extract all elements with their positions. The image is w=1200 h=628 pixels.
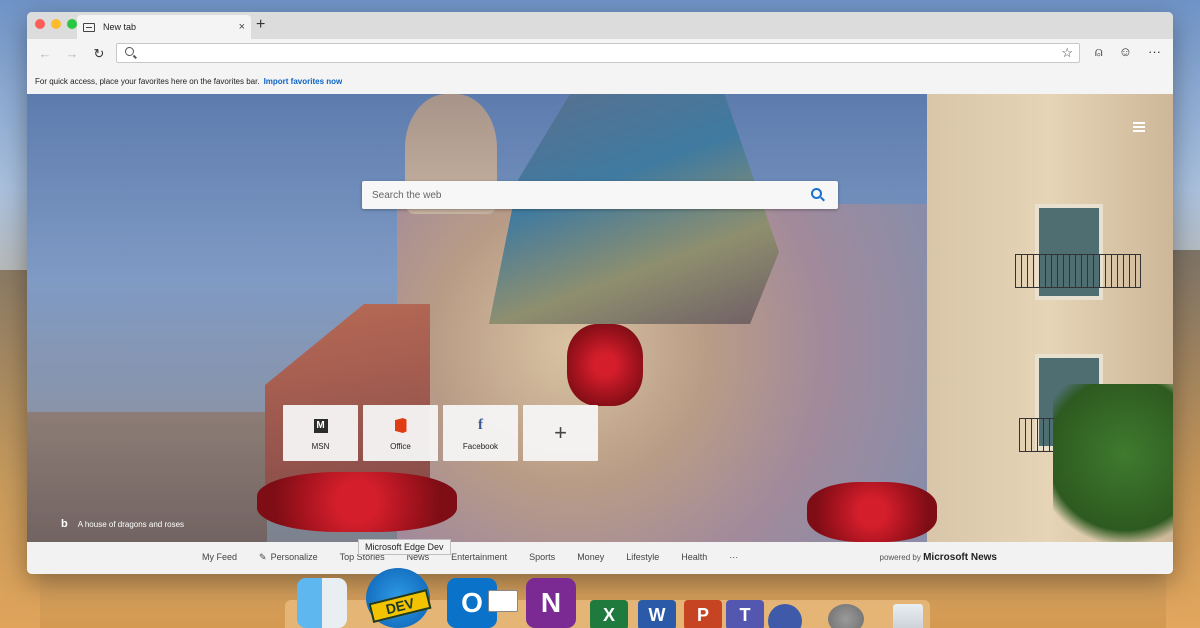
add-top-site-button[interactable]: + xyxy=(523,405,598,461)
news-more-icon[interactable]: ··· xyxy=(729,552,738,563)
browser-window: New tab × + ← → ↻ ☆ ⍝ ☺ ··· For quick ac… xyxy=(27,12,1173,574)
search-icon[interactable] xyxy=(811,188,822,199)
teams-icon[interactable]: T xyxy=(726,600,764,628)
background-balcony xyxy=(1015,254,1141,288)
system-preferences-icon[interactable] xyxy=(828,604,864,628)
top-site-label: Office xyxy=(390,441,411,451)
profile-icon[interactable]: ⍝ xyxy=(1095,44,1103,60)
more-menu-icon[interactable]: ··· xyxy=(1148,44,1161,60)
top-site-facebook[interactable]: f Facebook xyxy=(443,405,518,461)
feedback-smiley-icon[interactable]: ☺ xyxy=(1119,44,1132,60)
bing-icon: b xyxy=(61,518,68,530)
tab-page-icon xyxy=(83,22,95,32)
window-maximize-button[interactable] xyxy=(67,19,77,29)
web-search-box[interactable]: Search the web xyxy=(362,181,838,209)
news-tab-health[interactable]: Health xyxy=(681,552,707,563)
import-favorites-link[interactable]: Import favorites now xyxy=(264,77,343,86)
tab-bar: New tab × + xyxy=(27,12,1173,39)
new-tab-page: Search the web M MSN Office f Facebook +… xyxy=(27,94,1173,555)
tab-new-tab[interactable]: New tab × xyxy=(77,15,251,39)
toolbar-right-actions: ⍝ ☺ ··· xyxy=(1095,44,1161,60)
window-controls xyxy=(35,19,77,29)
powered-by-microsoft-news: powered by Microsoft News xyxy=(880,552,998,563)
background-tree xyxy=(1053,384,1173,555)
new-tab-button[interactable]: + xyxy=(256,16,265,34)
back-icon[interactable]: ← xyxy=(35,46,55,61)
tab-close-icon[interactable]: × xyxy=(239,21,245,33)
powered-by-prefix: powered by xyxy=(879,553,921,562)
plus-icon: + xyxy=(554,420,567,445)
news-tab-lifestyle[interactable]: Lifestyle xyxy=(626,552,659,563)
refresh-icon[interactable]: ↻ xyxy=(89,46,109,62)
msn-icon: M xyxy=(313,418,328,433)
news-tab-sports[interactable]: Sports xyxy=(529,552,555,563)
address-search-icon xyxy=(125,47,134,56)
background-roses xyxy=(257,472,457,532)
word-icon[interactable]: W xyxy=(638,600,676,628)
pencil-icon: ✎ xyxy=(259,552,267,562)
top-site-office[interactable]: Office xyxy=(363,405,438,461)
news-tabs: My Feed ✎ Personalize Top Stories News En… xyxy=(202,552,760,563)
top-site-label: MSN xyxy=(311,441,330,451)
image-caption[interactable]: b A house of dragons and roses xyxy=(61,518,184,530)
address-bar[interactable]: ☆ xyxy=(116,43,1080,63)
tab-title: New tab xyxy=(103,22,137,32)
news-tab-money[interactable]: Money xyxy=(577,552,604,563)
background-roses xyxy=(567,324,643,406)
page-settings-menu-icon[interactable] xyxy=(1133,122,1145,134)
onenote-icon[interactable]: N xyxy=(526,578,576,628)
favorites-bar-message: For quick access, place your favorites h… xyxy=(35,76,260,86)
office-icon xyxy=(394,418,407,433)
background-image-roof xyxy=(489,94,779,324)
window-minimize-button[interactable] xyxy=(51,19,61,29)
powered-by-brand: Microsoft News xyxy=(923,552,997,563)
background-image-left-wall xyxy=(27,412,267,555)
facebook-icon: f xyxy=(478,417,483,433)
trash-icon[interactable] xyxy=(893,604,923,628)
image-caption-text: A house of dragons and roses xyxy=(77,519,185,529)
favorites-bar: For quick access, place your favorites h… xyxy=(27,68,1173,94)
favorite-star-icon[interactable]: ☆ xyxy=(1061,45,1073,61)
forward-icon[interactable]: → xyxy=(62,46,82,61)
news-tab-my-feed[interactable]: My Feed xyxy=(202,552,237,563)
background-roses xyxy=(807,482,937,542)
news-tab-entertainment[interactable]: Entertainment xyxy=(451,552,507,563)
window-close-button[interactable] xyxy=(35,19,45,29)
finder-icon[interactable] xyxy=(297,578,347,628)
excel-icon[interactable]: X xyxy=(590,600,628,628)
toolbar: ← → ↻ ☆ ⍝ ☺ ··· xyxy=(27,39,1173,68)
mail-icon xyxy=(488,590,518,612)
dock-tooltip: Microsoft Edge Dev xyxy=(358,539,451,555)
top-sites: M MSN Office f Facebook + xyxy=(283,405,598,461)
news-tab-personalize-label: Personalize xyxy=(270,552,318,562)
web-search-placeholder: Search the web xyxy=(372,189,442,201)
top-site-label: Facebook xyxy=(462,441,499,451)
powerpoint-icon[interactable]: P xyxy=(684,600,722,628)
news-tab-personalize[interactable]: ✎ Personalize xyxy=(259,552,318,563)
top-site-msn[interactable]: M MSN xyxy=(283,405,358,461)
news-bar: My Feed ✎ Personalize Top Stories News En… xyxy=(27,542,1173,574)
